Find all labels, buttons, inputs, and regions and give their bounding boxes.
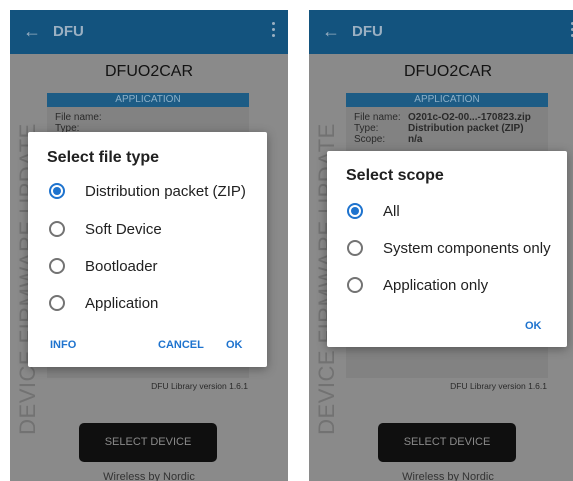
radio-unselected-icon[interactable] (347, 277, 363, 293)
screen-file-type: ← DFU DFUO2CAR DEVICE FIRMWARE UPDATE AP… (10, 10, 288, 481)
more-vert-icon[interactable] (569, 22, 573, 40)
option-application[interactable]: Application (49, 291, 158, 315)
option-label: System components only (383, 239, 551, 257)
option-bootloader[interactable]: Bootloader (49, 254, 158, 278)
file-name-key: File name: (354, 112, 401, 123)
option-label: Bootloader (85, 257, 158, 275)
card-header: APPLICATION (346, 93, 548, 107)
option-label: Soft Device (85, 220, 162, 238)
device-name: DFUO2CAR (104, 63, 193, 80)
dialog-title: Select scope (346, 167, 444, 184)
radio-unselected-icon[interactable] (49, 258, 65, 274)
option-soft-device[interactable]: Soft Device (49, 217, 162, 241)
option-label: Distribution packet (ZIP) (85, 182, 246, 200)
dialog-title: Select file type (47, 149, 160, 166)
file-name-value: O201c-O2-00...-170823.zip (408, 112, 531, 123)
device-name: DFUO2CAR (403, 63, 492, 80)
option-distribution-packet[interactable]: Distribution packet (ZIP) (49, 179, 246, 203)
radio-unselected-icon[interactable] (49, 221, 65, 237)
arrow-left-icon[interactable]: ← (322, 21, 340, 41)
library-version: DFU Library version 1.6.1 (151, 381, 248, 391)
option-application-only[interactable]: Application only (347, 273, 488, 297)
app-bar: ← DFU (10, 10, 288, 54)
footer-text: Wireless by Nordic (103, 471, 195, 481)
file-name-row: File name: O201c-O2-00...-170823.zip (354, 112, 531, 123)
info-button[interactable]: INFO (50, 338, 76, 352)
option-label: Application (85, 294, 159, 312)
select-device-button[interactable]: SELECT DEVICE (378, 423, 516, 462)
option-label: Application only (383, 276, 489, 294)
more-vert-icon[interactable] (270, 22, 276, 40)
type-value: Distribution packet (ZIP) (408, 123, 524, 134)
app-bar: ← DFU (309, 10, 573, 54)
select-device-button[interactable]: SELECT DEVICE (79, 423, 217, 462)
scope-key: Scope: (354, 134, 386, 145)
select-file-type-dialog: Select file type Distribution packet (ZI… (28, 132, 267, 367)
radio-selected-icon[interactable] (49, 183, 65, 199)
screen-scope: ← DFU DFUO2CAR DEVICE FIRMWARE UPDATE AP… (309, 10, 573, 481)
arrow-left-icon[interactable]: ← (23, 21, 41, 41)
cancel-button[interactable]: CANCEL (158, 338, 204, 352)
option-system-components[interactable]: System components only (347, 236, 551, 260)
file-name-key: File name: (55, 112, 102, 123)
app-title: DFU (53, 23, 84, 40)
ok-button[interactable]: OK (525, 319, 542, 333)
footer-text: Wireless by Nordic (402, 471, 494, 481)
scope-value: n/a (408, 134, 423, 145)
app-title: DFU (352, 23, 383, 40)
card-header: APPLICATION (47, 93, 249, 107)
file-name-row: File name: (55, 112, 109, 123)
radio-unselected-icon[interactable] (49, 295, 65, 311)
library-version: DFU Library version 1.6.1 (450, 381, 547, 391)
select-scope-dialog: Select scope All System components only … (327, 151, 567, 347)
radio-selected-icon[interactable] (347, 203, 363, 219)
option-label: All (383, 202, 400, 220)
radio-unselected-icon[interactable] (347, 240, 363, 256)
type-key: Type: (354, 123, 379, 134)
option-all[interactable]: All (347, 199, 400, 223)
scope-row: Scope: n/a (354, 134, 422, 145)
ok-button[interactable]: OK (226, 338, 243, 352)
type-row: Type: Distribution packet (ZIP) (354, 123, 524, 134)
